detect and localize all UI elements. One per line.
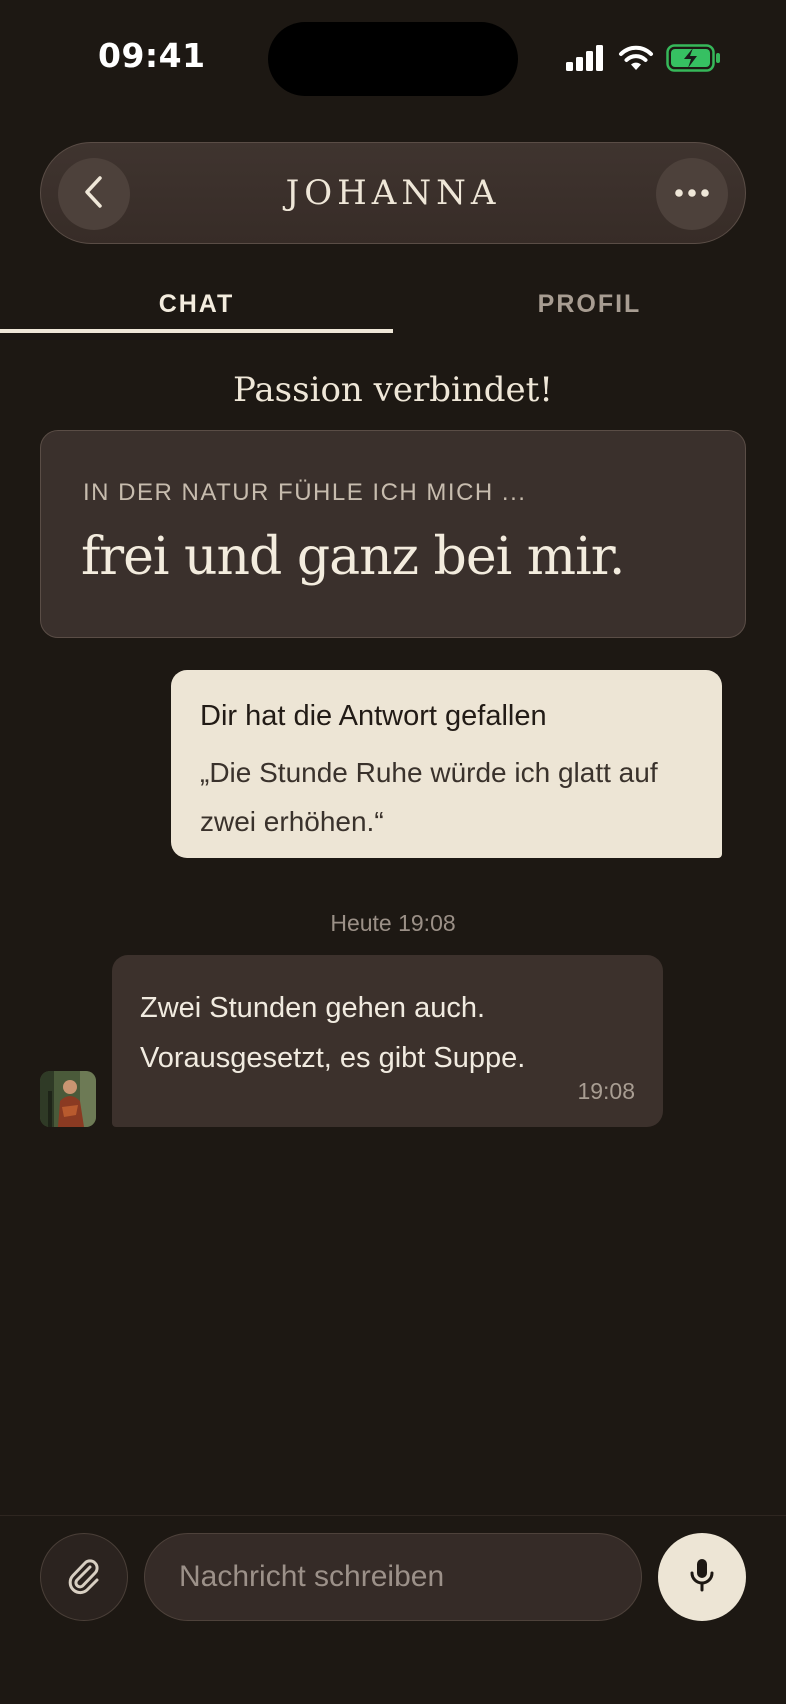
status-icons <box>566 44 722 77</box>
prompt-question: IN DER NATUR FÜHLE ICH MICH ... <box>83 479 527 506</box>
prompt-answer: frei und ganz bei mir. <box>81 527 625 587</box>
message-timestamp: 19:08 <box>577 1078 635 1104</box>
incoming-message-text: Zwei Stunden gehen auch. Vorausgesetzt, … <box>140 992 526 1074</box>
voice-message-button[interactable] <box>658 1533 746 1621</box>
match-headline: Passion verbindet! <box>233 370 553 410</box>
message-composer: Nachricht schreiben <box>0 1515 786 1704</box>
cellular-signal-icon <box>566 45 606 76</box>
tab-chat[interactable]: CHAT <box>0 290 393 319</box>
tab-bar: CHAT PROFIL <box>0 282 786 334</box>
dynamic-island <box>268 22 518 96</box>
liked-answer-bubble[interactable]: Dir hat die Antwort gefallen „Die Stunde… <box>171 670 722 858</box>
chat-screen: 09:41 JOHANNA CHAT PROFIL Passion verbin… <box>0 0 786 1704</box>
active-tab-indicator <box>0 329 393 333</box>
contact-name: JOHANNA <box>285 173 501 213</box>
liked-answer-title: Dir hat die Antwort gefallen <box>200 700 547 732</box>
liked-answer-quote: „Die Stunde Ruhe würde ich glatt auf zwe… <box>200 757 658 837</box>
avatar[interactable] <box>40 1071 96 1127</box>
message-input-placeholder: Nachricht schreiben <box>179 1560 445 1593</box>
date-separator: Heute 19:08 <box>330 910 456 936</box>
chat-header: JOHANNA <box>40 142 746 244</box>
paperclip-icon <box>64 1555 104 1600</box>
message-input[interactable]: Nachricht schreiben <box>144 1533 642 1621</box>
microphone-icon <box>688 1557 716 1598</box>
battery-charging-icon <box>666 44 722 77</box>
wifi-icon <box>618 45 654 76</box>
attach-button[interactable] <box>40 1533 128 1621</box>
incoming-message-row: Zwei Stunden gehen auch. Vorausgesetzt, … <box>40 955 680 1130</box>
ellipsis-icon <box>674 185 710 203</box>
status-time: 09:41 <box>98 36 206 75</box>
status-bar: 09:41 <box>0 0 786 120</box>
more-options-button[interactable] <box>656 158 728 230</box>
tab-profil[interactable]: PROFIL <box>393 290 786 319</box>
incoming-message-bubble[interactable]: Zwei Stunden gehen auch. Vorausgesetzt, … <box>112 955 663 1127</box>
prompt-card: IN DER NATUR FÜHLE ICH MICH ... frei und… <box>40 430 746 638</box>
